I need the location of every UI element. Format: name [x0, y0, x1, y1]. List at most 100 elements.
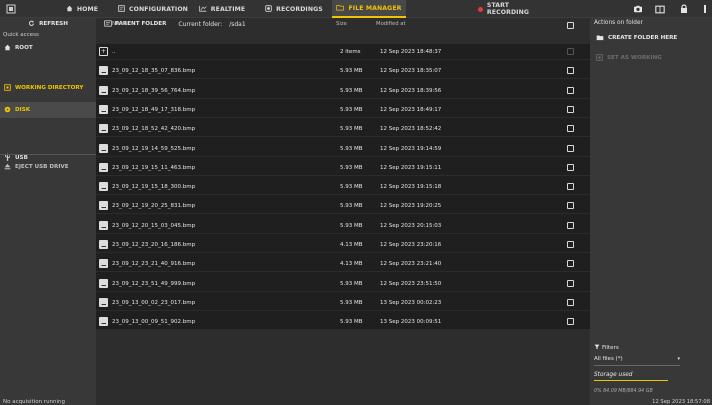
file-size: 5.93 MB — [340, 87, 363, 94]
row-checkbox[interactable] — [567, 163, 574, 171]
table-row[interactable]: 23_09_12_19_14_59_525.bmp 5.93 MB 12 Sep 2… — [96, 141, 590, 157]
panel-divider — [0, 154, 96, 155]
file-name: 23_09_12_23_20_16_186.bmp — [112, 242, 196, 248]
table-row[interactable]: 23_09_12_19_20_25_831.bmp 5.93 MB 12 Sep 2… — [96, 198, 590, 215]
file-modified: 12 Sep 2023 18:35:07 — [380, 68, 442, 75]
lock-icon[interactable] — [678, 3, 690, 15]
new-folder-icon — [596, 34, 604, 43]
tab-home[interactable]: HOME — [46, 0, 118, 18]
parent-folder-icon — [104, 19, 112, 29]
tab-file-manager[interactable]: FILE MANAGER — [332, 0, 406, 18]
file-size: 5.93 MB — [340, 145, 363, 152]
start-recording-button[interactable]: START RECORDING — [478, 0, 552, 18]
image-file-icon — [99, 240, 108, 249]
image-file-icon — [99, 85, 108, 95]
row-checkbox[interactable] — [567, 67, 574, 75]
row-checkbox[interactable] — [567, 48, 574, 55]
row-checkbox[interactable] — [567, 144, 574, 152]
tab-realtime[interactable]: REALTIME — [190, 0, 254, 18]
file-name: 23_09_12_18_52_42_420.bmp — [112, 126, 196, 133]
system-clock: 12 Sep 2023 18:57:08 — [652, 399, 710, 405]
file-size: 5.93 MB — [340, 68, 363, 75]
image-file-icon — [99, 143, 108, 153]
more-icon[interactable] — [700, 3, 710, 15]
table-row[interactable]: 23_09_12_20_15_03_045.bmp 5.93 MB 12 Sep 2… — [96, 218, 590, 234]
create-folder-button[interactable]: CREATE FOLDER HERE — [590, 30, 712, 46]
file-modified: 13 Sep 2023 00:09:51 — [380, 319, 442, 326]
tab-recordings[interactable]: RECORDINGS — [258, 0, 330, 18]
actions-caption: Actions on folder — [594, 20, 643, 26]
eject-icon — [4, 163, 11, 172]
row-checkbox[interactable] — [567, 221, 574, 229]
row-checkbox[interactable] — [567, 260, 574, 268]
row-checkbox[interactable] — [567, 202, 574, 210]
file-modified: 12 Sep 2023 18:49:17 — [380, 106, 442, 113]
row-checkbox[interactable] — [567, 241, 574, 248]
file-size: 5.93 MB — [340, 299, 363, 306]
row-checkbox[interactable] — [567, 86, 574, 94]
set-as-working-button[interactable]: SET AS WORKING — [590, 50, 712, 66]
file-name: 23_09_12_19_15_11_463.bmp — [112, 164, 196, 171]
dropdown-arrow-icon: ▾ — [677, 356, 680, 362]
parent-directory-icon: + — [99, 47, 108, 56]
table-row[interactable]: 23_09_12_18_52_42_420.bmp 5.93 MB 12 Sep 2… — [96, 121, 590, 138]
table-row[interactable]: 23_09_13_00_02_23_017.bmp 5.93 MB 13 Sep 2… — [96, 295, 590, 311]
file-size: 5.93 MB — [340, 126, 363, 133]
quick-access-root[interactable]: ROOT — [0, 40, 96, 56]
image-file-icon — [99, 182, 108, 192]
row-checkbox[interactable] — [567, 105, 574, 113]
row-checkbox[interactable] — [567, 298, 574, 306]
book-icon[interactable] — [654, 3, 666, 15]
image-file-icon — [99, 220, 108, 230]
file-modified: 12 Sep 2023 18:48:37 — [380, 49, 442, 55]
home-icon — [66, 5, 73, 14]
column-header-name[interactable]: Name — [112, 21, 128, 27]
file-size: 5.93 MB — [340, 184, 363, 191]
file-size: 4.13 MB — [340, 242, 363, 248]
working-directory-icon — [4, 83, 11, 93]
table-row-parent[interactable]: + .. 2 items 12 Sep 2023 18:48:37 — [96, 44, 590, 60]
camera-icon[interactable] — [632, 3, 644, 15]
table-row[interactable]: 23_09_13_00_09_51_902.bmp 5.93 MB 13 Sep 2… — [96, 314, 590, 331]
eject-usb-button[interactable]: EJECT USB DRIVE — [0, 159, 96, 175]
row-checkbox[interactable] — [567, 183, 574, 191]
column-header-size[interactable]: Size — [336, 21, 347, 27]
file-name: 23_09_12_20_15_03_045.bmp — [112, 222, 196, 229]
file-filter-select[interactable]: All files (*) ▾ — [594, 356, 680, 366]
row-checkbox[interactable] — [567, 125, 574, 133]
tab-recordings-label: RECORDINGS — [276, 5, 323, 13]
filters-header[interactable]: Filters — [594, 344, 619, 352]
row-checkbox[interactable] — [567, 318, 574, 326]
table-row[interactable]: 23_09_12_18_35_07_836.bmp 5.93 MB 12 Sep 2… — [96, 63, 590, 80]
file-size: 5.93 MB — [340, 222, 363, 229]
app-menu-icon[interactable] — [4, 2, 18, 16]
quick-access-disk[interactable]: DISK — [0, 102, 96, 118]
image-file-icon — [99, 201, 108, 211]
quick-access-working-directory[interactable]: WORKING DIRECTORY — [0, 80, 96, 96]
table-row[interactable]: 23_09_12_19_15_11_463.bmp 5.93 MB 12 Sep 2… — [96, 160, 590, 176]
table-row[interactable]: 23_09_12_23_21_40_916.bmp 4.13 MB 12 Sep 2… — [96, 256, 590, 273]
file-modified: 12 Sep 2023 18:39:56 — [380, 87, 442, 94]
column-header-modified[interactable]: Modified at — [376, 21, 406, 27]
row-checkbox[interactable] — [567, 279, 574, 287]
quick-access-working-directory-label: WORKING DIRECTORY — [15, 85, 84, 91]
table-row[interactable]: 23_09_12_23_20_16_186.bmp 4.13 MB 12 Sep 2… — [96, 237, 590, 253]
table-row[interactable]: 23_09_12_23_51_49_999.bmp 5.93 MB 12 Sep 2… — [96, 276, 590, 292]
file-modified: 13 Sep 2023 00:02:23 — [380, 299, 442, 306]
table-row[interactable]: 23_09_12_18_39_56_764.bmp 5.93 MB 12 Sep 2… — [96, 83, 590, 99]
table-row[interactable]: 23_09_12_18_49_17_318.bmp 5.93 MB 12 Sep 2… — [96, 102, 590, 118]
image-file-icon — [99, 162, 108, 172]
file-modified: 12 Sep 2023 19:15:11 — [380, 164, 442, 171]
file-modified: 12 Sep 2023 23:51:50 — [380, 280, 442, 287]
filters-label: Filters — [602, 345, 619, 351]
refresh-button[interactable]: REFRESH — [0, 18, 96, 30]
quick-access-panel: REFRESH Quick access ROOT WORKING DIRECT… — [0, 18, 96, 405]
folder-icon — [336, 4, 345, 13]
select-all-checkbox[interactable] — [567, 22, 574, 29]
record-dot-icon — [478, 6, 483, 12]
file-name: 23_09_12_18_35_07_836.bmp — [112, 68, 196, 75]
tab-configuration[interactable]: CONFIGURATION — [118, 0, 188, 18]
file-size: 2 items — [340, 49, 361, 55]
set-as-working-label: SET AS WORKING — [607, 55, 662, 61]
table-row[interactable]: 23_09_12_19_15_18_300.bmp 5.93 MB 12 Sep 2… — [96, 179, 590, 196]
